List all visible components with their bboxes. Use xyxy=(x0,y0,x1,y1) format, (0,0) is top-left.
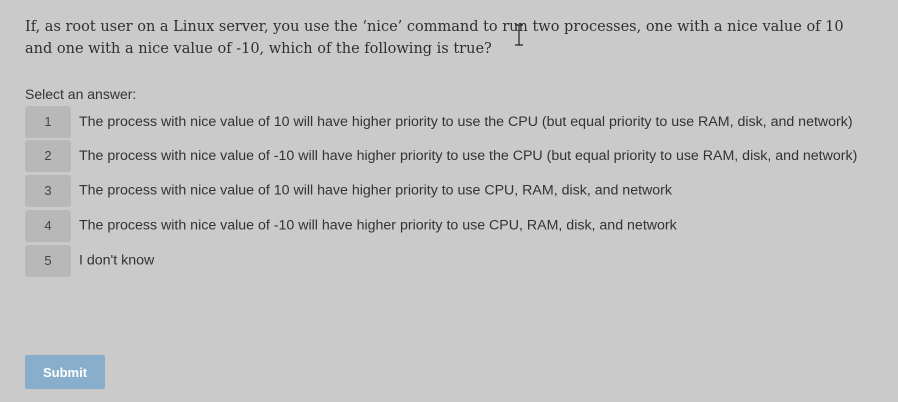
answer-text-5[interactable]: I don't know xyxy=(79,253,154,269)
answer-text-2[interactable]: The process with nice value of -10 will … xyxy=(79,148,857,164)
answer-text-3[interactable]: The process with nice value of 10 will h… xyxy=(79,183,672,199)
answer-option-5[interactable]: 5 I don't know xyxy=(25,245,875,277)
answer-option-2[interactable]: 2 The process with nice value of -10 will… xyxy=(25,140,875,172)
select-answer-label: Select an answer: xyxy=(25,86,137,102)
answer-text-1[interactable]: The process with nice value of 10 will h… xyxy=(79,114,853,130)
answer-text-4[interactable]: The process with nice value of -10 will … xyxy=(79,218,677,234)
answer-number-3[interactable]: 3 xyxy=(25,175,71,207)
answer-list: 1 The process with nice value of 10 will … xyxy=(25,106,875,280)
answer-number-2[interactable]: 2 xyxy=(25,140,71,172)
question-text: If, as root user on a Linux server, you … xyxy=(25,19,844,57)
submit-button[interactable]: Submit xyxy=(25,355,105,389)
text-cursor-icon xyxy=(515,24,523,46)
answer-option-4[interactable]: 4 The process with nice value of -10 will… xyxy=(25,210,875,242)
answer-number-5[interactable]: 5 xyxy=(25,245,71,277)
answer-number-1[interactable]: 1 xyxy=(25,106,71,138)
answer-option-3[interactable]: 3 The process with nice value of 10 will … xyxy=(25,175,875,207)
answer-number-4[interactable]: 4 xyxy=(25,210,71,242)
answer-option-1[interactable]: 1 The process with nice value of 10 will … xyxy=(25,106,875,138)
